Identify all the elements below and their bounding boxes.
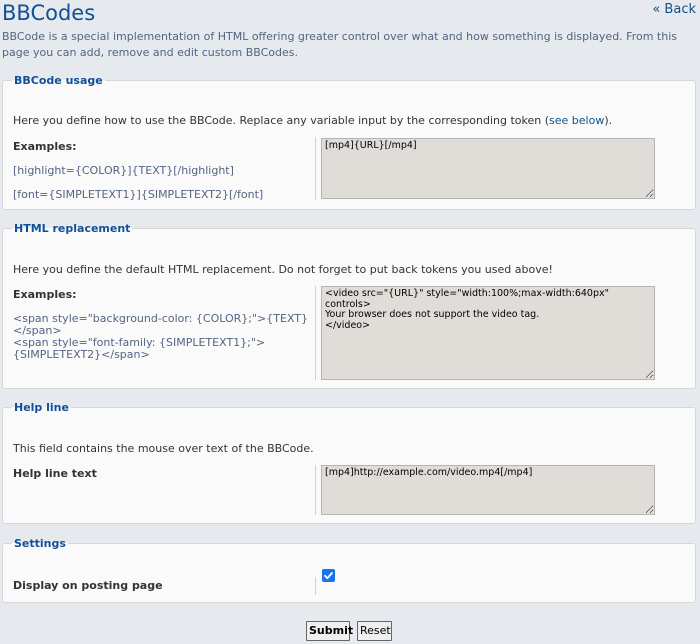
help-line-label: Help line text bbox=[13, 467, 97, 480]
html-replacement-divider bbox=[315, 286, 316, 380]
html-replacement-example-2: <span style="font-family: {SIMPLETEXT1};… bbox=[13, 336, 266, 361]
back-link[interactable]: « Back bbox=[652, 2, 696, 17]
help-line-textarea[interactable]: [mp4]http://example.com/video.mp4[/mp4] bbox=[321, 465, 655, 515]
html-replacement-textarea[interactable]: <video src="{URL}" style="width:100%;max… bbox=[321, 286, 655, 380]
checkmark-icon bbox=[324, 572, 333, 580]
page-title: BBCodes bbox=[2, 1, 96, 25]
settings-divider bbox=[315, 577, 316, 595]
settings-panel: Settings Display on posting page bbox=[2, 537, 696, 603]
bbcode-usage-divider bbox=[315, 137, 316, 200]
submit-button[interactable]: Submit bbox=[306, 621, 353, 641]
bbcode-usage-examples-label: Examples: bbox=[13, 140, 77, 153]
help-line-intro: This field contains the mouse over text … bbox=[13, 442, 314, 455]
help-line-panel: Help line This field contains the mouse … bbox=[2, 401, 696, 524]
page-intro: BBCode is a special implementation of HT… bbox=[2, 30, 677, 59]
display-on-posting-checkbox[interactable] bbox=[322, 569, 335, 582]
bbcode-usage-example-1: [highlight={COLOR}]{TEXT}[/highlight] bbox=[13, 164, 234, 177]
display-on-posting-label: Display on posting page bbox=[13, 579, 163, 592]
html-replacement-intro: Here you define the default HTML replace… bbox=[13, 263, 553, 276]
bbcode-usage-intro: Here you define how to use the BBCode. R… bbox=[13, 114, 612, 127]
bbcode-usage-textarea[interactable]: [mp4]{URL}[/mp4] bbox=[321, 138, 655, 199]
settings-legend: Settings bbox=[14, 537, 66, 550]
reset-button[interactable]: Reset bbox=[357, 621, 392, 641]
html-replacement-legend: HTML replacement bbox=[14, 222, 131, 235]
html-replacement-example-1: <span style="background-color: {COLOR};"… bbox=[13, 312, 309, 337]
bbcode-usage-legend: BBCode usage bbox=[14, 74, 103, 87]
bbcode-usage-intro-suffix: ). bbox=[604, 114, 613, 127]
html-replacement-examples-label: Examples: bbox=[13, 288, 77, 301]
help-line-divider bbox=[315, 465, 316, 515]
bbcode-usage-example-2: [font={SIMPLETEXT1}]{SIMPLETEXT2}[/font] bbox=[13, 188, 264, 201]
bbcode-usage-panel: BBCode usage Here you define how to use … bbox=[2, 74, 696, 210]
html-replacement-panel: HTML replacement Here you define the def… bbox=[2, 222, 696, 389]
bbcode-usage-intro-prefix: Here you define how to use the BBCode. R… bbox=[13, 114, 550, 127]
help-line-legend: Help line bbox=[14, 401, 69, 414]
see-below-link[interactable]: see below bbox=[549, 114, 604, 127]
